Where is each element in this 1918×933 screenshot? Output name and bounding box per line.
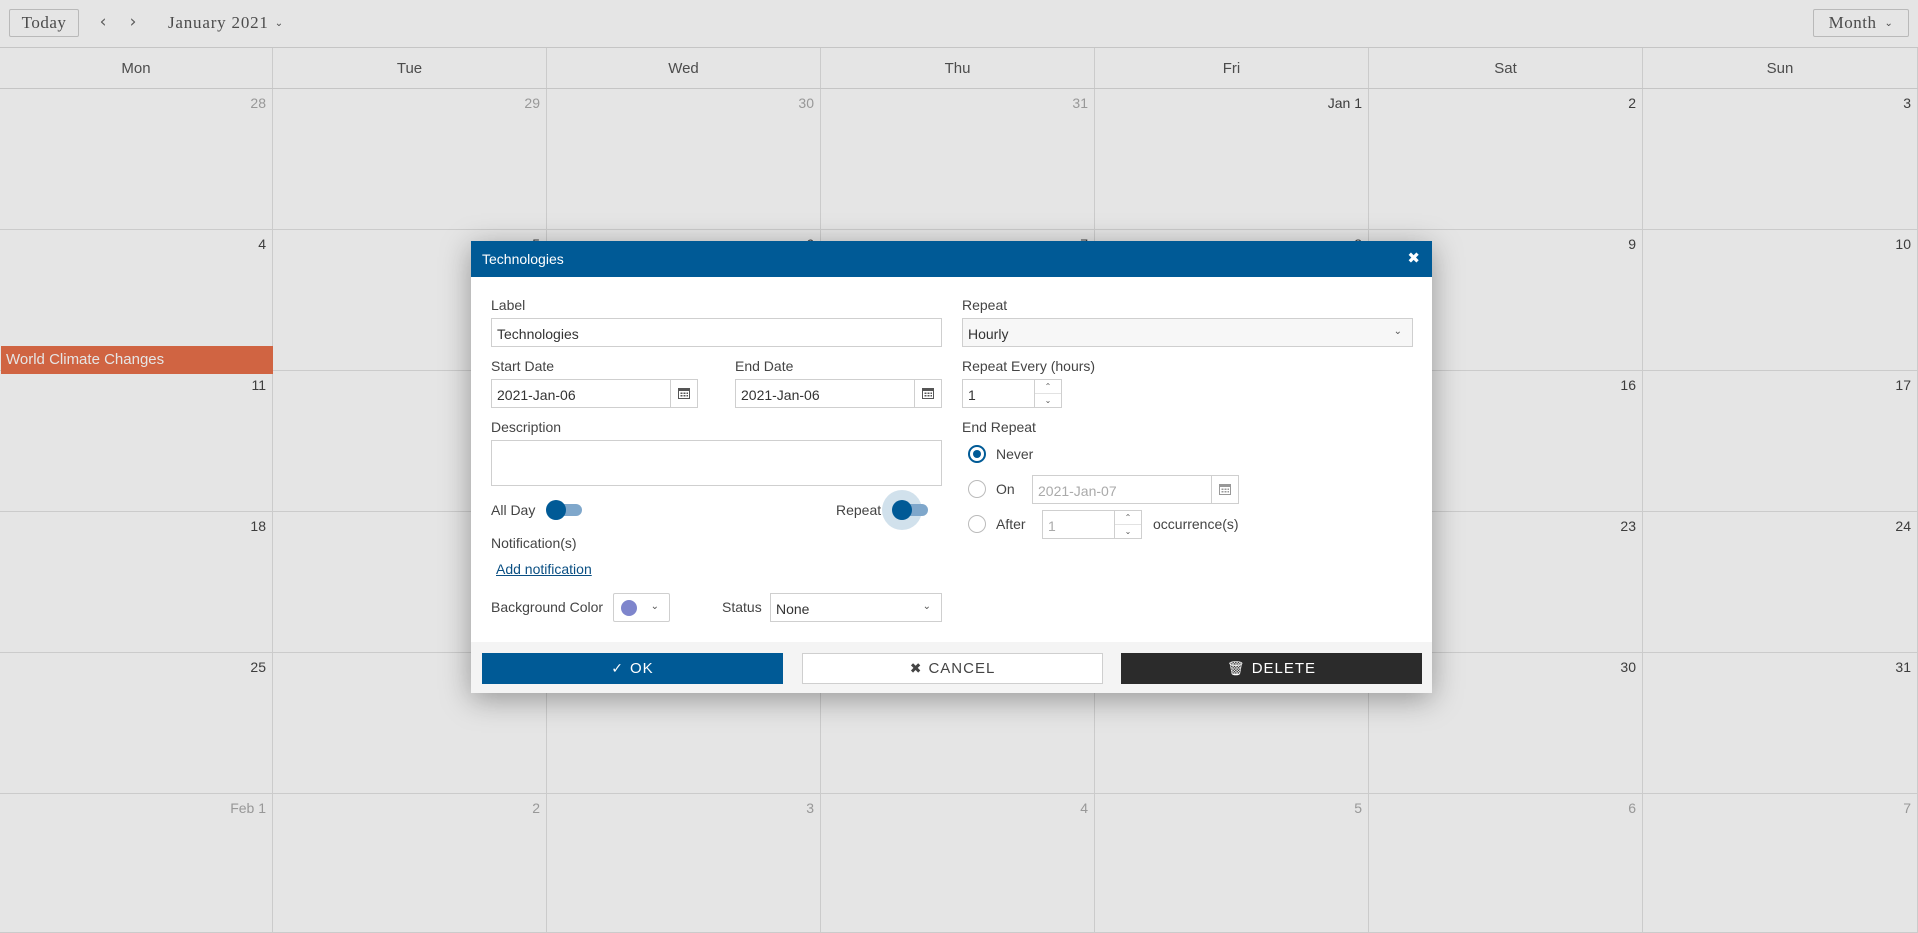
check-icon: ✓ xyxy=(611,660,625,677)
chevron-down-icon: ⌄ xyxy=(1393,326,1402,337)
notifications-caption: Notification(s) xyxy=(491,535,577,551)
dialog-footer: ✓ OK ✖ CANCEL 🗑 DELETE xyxy=(471,642,1432,693)
end-repeat-caption: End Repeat xyxy=(962,419,1036,435)
chevron-down-icon: ⌄ xyxy=(650,601,659,612)
end-on-date-value: 2021-Jan-07 xyxy=(1038,483,1117,499)
bg-color-caption: Background Color xyxy=(491,599,604,615)
stepper-buttons[interactable]: ⌃ ⌄ xyxy=(1114,511,1141,538)
allday-toggle[interactable] xyxy=(544,498,584,522)
stepper-buttons[interactable]: ⌃ ⌄ xyxy=(1034,380,1061,407)
repeat-toggle[interactable] xyxy=(882,490,930,530)
status-value: None xyxy=(776,601,810,617)
dialog-header: Technologies ✖ xyxy=(471,241,1432,277)
after-count-value: 1 xyxy=(1048,518,1056,534)
end-on-date-input[interactable]: 2021-Jan-07 xyxy=(1032,475,1239,504)
chevron-up-icon[interactable]: ⌃ xyxy=(1115,511,1141,525)
ok-button[interactable]: ✓ OK xyxy=(482,653,783,684)
repeat-every-value: 1 xyxy=(968,387,976,403)
never-label: Never xyxy=(996,446,1034,462)
close-icon: ✖ xyxy=(909,660,923,677)
cancel-button[interactable]: ✖ CANCEL xyxy=(802,653,1103,684)
start-date-input[interactable]: 2021-Jan-06 xyxy=(491,379,698,408)
repeat-select[interactable]: Hourly ⌄ xyxy=(962,318,1413,347)
repeat-toggle-caption: Repeat xyxy=(836,502,882,518)
label-input[interactable]: Technologies xyxy=(491,318,942,347)
on-label: On xyxy=(996,481,1015,497)
chevron-up-icon[interactable]: ⌃ xyxy=(1035,380,1061,394)
bg-color-picker[interactable]: ⌄ xyxy=(613,593,670,622)
calendar-icon[interactable] xyxy=(670,380,697,407)
label-caption: Label xyxy=(491,297,526,313)
trash-icon: 🗑 xyxy=(1226,660,1246,677)
end-date-caption: End Date xyxy=(735,358,794,374)
never-radio[interactable] xyxy=(968,445,986,463)
dialog-title: Technologies xyxy=(482,251,564,267)
end-date-value: 2021-Jan-06 xyxy=(741,387,820,403)
after-label: After xyxy=(996,516,1026,532)
chevron-down-icon[interactable]: ⌄ xyxy=(1035,394,1061,407)
on-radio[interactable] xyxy=(968,480,986,498)
status-caption: Status xyxy=(722,599,762,615)
chevron-down-icon[interactable]: ⌄ xyxy=(1115,525,1141,538)
chevron-down-icon: ⌄ xyxy=(922,601,931,612)
close-icon[interactable]: ✖ xyxy=(1407,249,1420,267)
calendar-icon[interactable] xyxy=(1211,476,1238,503)
start-date-value: 2021-Jan-06 xyxy=(497,387,576,403)
end-date-input[interactable]: 2021-Jan-06 xyxy=(735,379,942,408)
occurrences-label: occurrence(s) xyxy=(1153,516,1239,532)
repeat-value: Hourly xyxy=(968,326,1009,342)
cancel-label: CANCEL xyxy=(928,660,996,677)
allday-caption: All Day xyxy=(491,502,536,518)
label-input-value: Technologies xyxy=(497,326,579,342)
after-radio[interactable] xyxy=(968,515,986,533)
status-select[interactable]: None ⌄ xyxy=(770,593,942,622)
start-date-caption: Start Date xyxy=(491,358,555,374)
delete-label: DELETE xyxy=(1251,660,1317,677)
repeat-caption: Repeat xyxy=(962,297,1008,313)
color-swatch xyxy=(621,600,637,616)
calendar-icon[interactable] xyxy=(914,380,941,407)
add-notification-link[interactable]: Add notification xyxy=(496,561,592,577)
repeat-every-stepper[interactable]: 1 ⌃ ⌄ xyxy=(962,379,1062,408)
after-count-stepper[interactable]: 1 ⌃ ⌄ xyxy=(1042,510,1142,539)
delete-button[interactable]: 🗑 DELETE xyxy=(1121,653,1422,684)
ok-label: OK xyxy=(630,660,654,677)
repeat-every-caption: Repeat Every (hours) xyxy=(962,358,1096,374)
event-dialog: Technologies ✖ Label Technologies Start … xyxy=(471,241,1432,693)
description-caption: Description xyxy=(491,419,562,435)
description-input[interactable] xyxy=(491,440,942,486)
